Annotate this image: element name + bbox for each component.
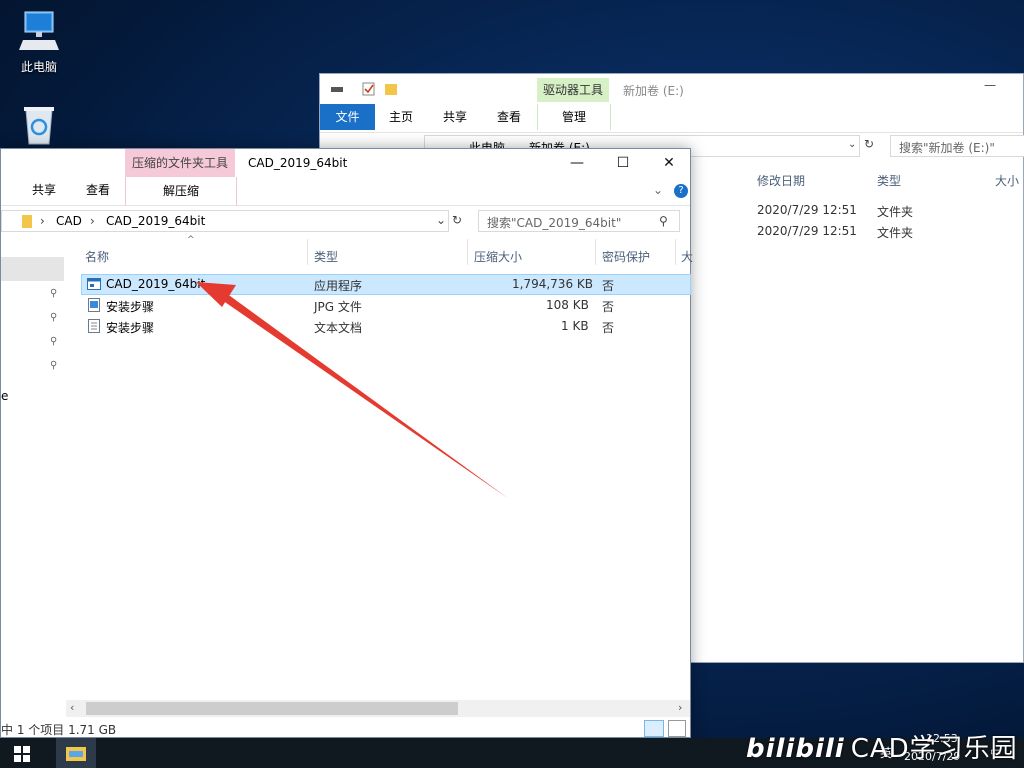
explorer-window-front[interactable]: 压缩的文件夹工具 CAD_2019_64bit — ☐ ✕ 共享 查看 解压缩 … bbox=[0, 148, 693, 738]
recycle-bin-icon bbox=[24, 107, 54, 145]
close-button[interactable]: ✕ bbox=[646, 149, 692, 177]
file-type: JPG 文件 bbox=[314, 300, 362, 314]
desktop-icon-label: 此电脑 bbox=[20, 60, 57, 74]
status-bar: 中 1 个项目 1.71 GB bbox=[1, 719, 691, 738]
properties-icon[interactable] bbox=[330, 82, 344, 96]
pin-icon: ⚲ bbox=[50, 312, 58, 323]
computer-icon bbox=[19, 11, 59, 50]
file-size: 108 KB bbox=[546, 298, 589, 312]
folder-icon bbox=[66, 747, 86, 761]
tab-home[interactable]: 主页 bbox=[384, 104, 418, 130]
watermark: bilibili CAD学习乐园 bbox=[746, 728, 1018, 765]
file-size: 1,794,736 KB bbox=[512, 277, 593, 291]
file-size: 1 KB bbox=[561, 319, 589, 333]
column-header-type[interactable]: 类型 bbox=[877, 172, 901, 189]
tab-manage[interactable]: 管理 bbox=[537, 104, 611, 130]
help-icon[interactable]: ? bbox=[674, 184, 688, 198]
nav-pane-selected-item[interactable] bbox=[1, 257, 64, 281]
minimize-button[interactable]: — bbox=[984, 78, 996, 92]
scroll-right-icon[interactable]: › bbox=[678, 701, 682, 714]
checkmark-icon[interactable] bbox=[362, 82, 376, 96]
horizontal-scrollbar[interactable]: ‹ › bbox=[66, 700, 690, 717]
large-icons-view-icon[interactable] bbox=[668, 720, 686, 737]
pin-icon: ⚲ bbox=[50, 336, 58, 347]
start-button[interactable] bbox=[14, 746, 30, 765]
scroll-left-icon[interactable]: ‹ bbox=[70, 701, 74, 714]
desktop-icon-this-pc[interactable]: 此电脑 bbox=[4, 10, 74, 75]
breadcrumb-cad-2019[interactable]: CAD_2019_64bit bbox=[106, 214, 205, 228]
search-placeholder: 搜索"新加卷 (E:)" bbox=[899, 141, 995, 155]
scrollbar-thumb[interactable] bbox=[86, 702, 458, 715]
search-placeholder: 搜索"CAD_2019_64bit" bbox=[487, 216, 622, 230]
folder-icon[interactable] bbox=[384, 82, 398, 96]
bilibili-logo-icon: bilibili bbox=[746, 734, 845, 764]
pin-icon: ⚲ bbox=[50, 360, 58, 371]
zip-folder-icon bbox=[22, 215, 32, 228]
drive-tools-tab-group: 驱动器工具 bbox=[537, 78, 609, 102]
column-header-size[interactable]: 大 bbox=[681, 248, 693, 265]
row-date: 2020/7/29 12:51 bbox=[757, 203, 857, 217]
column-header-type[interactable]: 类型 bbox=[314, 248, 338, 265]
compressed-folder-tools-tab-group: 压缩的文件夹工具 bbox=[125, 149, 235, 177]
status-text: 中 1 个项目 1.71 GB bbox=[1, 723, 117, 737]
tab-share[interactable]: 共享 bbox=[29, 177, 59, 203]
details-view-icon[interactable] bbox=[644, 720, 664, 737]
row-type: 文件夹 bbox=[877, 226, 914, 240]
search-input[interactable]: 搜索"新加卷 (E:)" bbox=[890, 135, 1024, 157]
file-name[interactable]: 安装步骤 bbox=[106, 298, 154, 315]
watermark-text: CAD学习乐园 bbox=[850, 734, 1018, 764]
file-password-protected: 否 bbox=[602, 321, 615, 335]
pin-icon: ⚲ bbox=[50, 288, 58, 299]
chevron-right-icon: › bbox=[90, 214, 95, 228]
tab-share[interactable]: 共享 bbox=[438, 104, 472, 130]
file-name[interactable]: 安装步骤 bbox=[106, 319, 154, 336]
desktop-icon-recycle-bin[interactable] bbox=[4, 104, 74, 150]
file-type: 应用程序 bbox=[314, 279, 363, 293]
chevron-down-icon[interactable]: ⌄ bbox=[436, 213, 446, 227]
search-icon: ⚲ bbox=[659, 214, 668, 228]
application-icon bbox=[87, 277, 101, 291]
column-header-password[interactable]: 密码保护 bbox=[602, 248, 650, 265]
windows-logo-icon bbox=[14, 746, 30, 762]
breadcrumb-cad[interactable]: CAD bbox=[56, 214, 82, 228]
maximize-button[interactable]: ☐ bbox=[600, 149, 646, 177]
tab-view[interactable]: 查看 bbox=[83, 177, 113, 203]
search-input[interactable]: 搜索"CAD_2019_64bit" ⚲ bbox=[478, 210, 680, 232]
chevron-down-icon[interactable]: ⌄ bbox=[848, 139, 856, 150]
chevron-down-icon[interactable]: ⌄ bbox=[653, 183, 663, 197]
row-type: 文件夹 bbox=[877, 205, 914, 219]
tab-view[interactable]: 查看 bbox=[492, 104, 526, 130]
file-type: 文本文档 bbox=[314, 321, 363, 335]
refresh-icon[interactable]: ↻ bbox=[864, 137, 874, 151]
file-password-protected: 否 bbox=[602, 300, 615, 314]
image-file-icon bbox=[87, 298, 101, 312]
chevron-right-icon: › bbox=[40, 214, 45, 228]
file-password-protected: 否 bbox=[602, 279, 615, 293]
nav-pane-item-label[interactable]: e bbox=[1, 389, 8, 403]
address-bar[interactable]: › CAD › CAD_2019_64bit ⌄ bbox=[1, 210, 449, 232]
text-file-icon bbox=[87, 319, 101, 333]
title-bar[interactable]: 驱动器工具 新加卷 (E:) — bbox=[320, 74, 1023, 104]
column-header-size[interactable]: 大小 bbox=[995, 172, 1019, 189]
ribbon-tabs: 文件 主页 共享 查看 管理 bbox=[320, 104, 1023, 133]
column-header-date[interactable]: 修改日期 bbox=[757, 172, 805, 189]
window-title: 新加卷 (E:) bbox=[623, 84, 684, 98]
tab-file[interactable]: 文件 bbox=[320, 104, 375, 130]
column-header-compressed-size[interactable]: 压缩大小 bbox=[474, 248, 522, 265]
file-explorer-taskbar-button[interactable] bbox=[56, 738, 96, 768]
column-header-name[interactable]: 名称 bbox=[85, 248, 109, 265]
window-title: CAD_2019_64bit bbox=[248, 156, 348, 170]
tab-extract[interactable]: 解压缩 bbox=[125, 177, 237, 205]
refresh-icon[interactable]: ↻ bbox=[452, 213, 462, 227]
sort-ascending-icon: ^ bbox=[187, 235, 195, 245]
minimize-button[interactable]: — bbox=[554, 149, 600, 177]
file-name[interactable]: CAD_2019_64bit bbox=[106, 277, 205, 291]
row-date: 2020/7/29 12:51 bbox=[757, 224, 857, 238]
